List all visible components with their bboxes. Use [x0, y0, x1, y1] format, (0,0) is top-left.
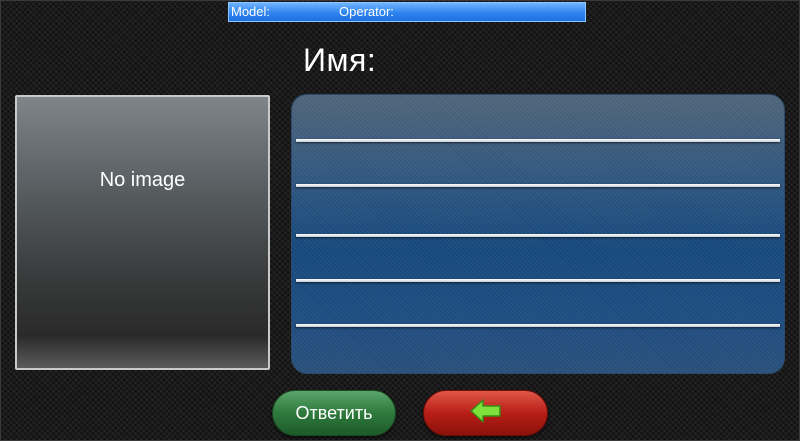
arrow-left-icon [469, 398, 503, 429]
list-item[interactable] [296, 139, 780, 142]
back-button[interactable] [423, 390, 548, 436]
page-title: Имя: [303, 42, 377, 78]
list-item[interactable] [296, 234, 780, 237]
name-list[interactable] [291, 94, 785, 374]
list-item[interactable] [296, 324, 780, 327]
image-preview: No image [15, 95, 270, 370]
model-label: Model: [231, 4, 271, 19]
operator-label: Operator: [339, 4, 394, 19]
list-item[interactable] [296, 184, 780, 187]
answer-button-label: Ответить [295, 402, 373, 423]
status-bar: Model: Operator: [228, 2, 586, 22]
list-item[interactable] [296, 279, 780, 282]
answer-button[interactable]: Ответить [272, 390, 396, 436]
no-image-text: No image [99, 169, 186, 191]
